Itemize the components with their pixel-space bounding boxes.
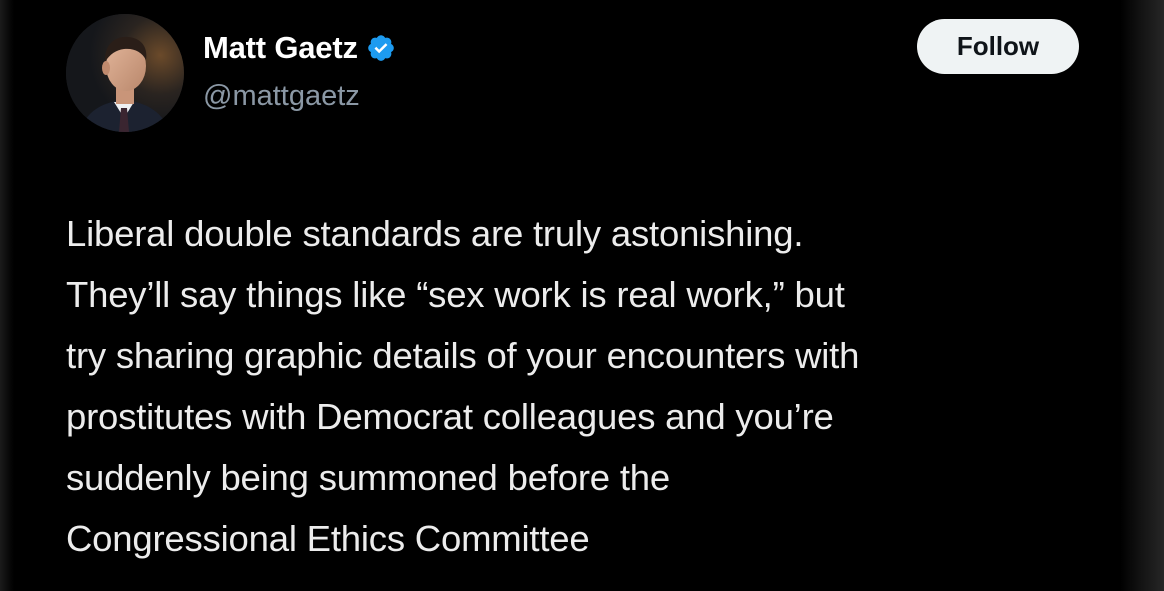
screen-edge-left <box>0 0 14 591</box>
tweet-text: Liberal double standards are truly aston… <box>66 203 1126 569</box>
tweet-text-line: Liberal double standards are truly aston… <box>66 213 804 254</box>
profile-photo-icon <box>66 14 184 132</box>
tweet-text-line: try sharing graphic details of your enco… <box>66 335 860 376</box>
author-handle[interactable]: @mattgaetz <box>203 80 360 113</box>
tweet-card: Matt Gaetz @mattgaetz Follow Liberal dou… <box>0 0 1164 591</box>
screen-edge-right <box>1120 0 1164 591</box>
follow-button[interactable]: Follow <box>917 19 1079 74</box>
author-display-name[interactable]: Matt Gaetz <box>203 30 358 66</box>
tweet-text-line: suddenly being summoned before the <box>66 457 670 498</box>
author-name-row: Matt Gaetz <box>203 28 396 68</box>
tweet-text-line: Congressional Ethics Committee <box>66 518 590 559</box>
tweet-text-line: They’ll say things like “sex work is rea… <box>66 274 845 315</box>
avatar[interactable] <box>66 14 184 132</box>
tweet-text-line: prostitutes with Democrat colleagues and… <box>66 396 834 437</box>
verified-badge-icon <box>366 33 396 63</box>
